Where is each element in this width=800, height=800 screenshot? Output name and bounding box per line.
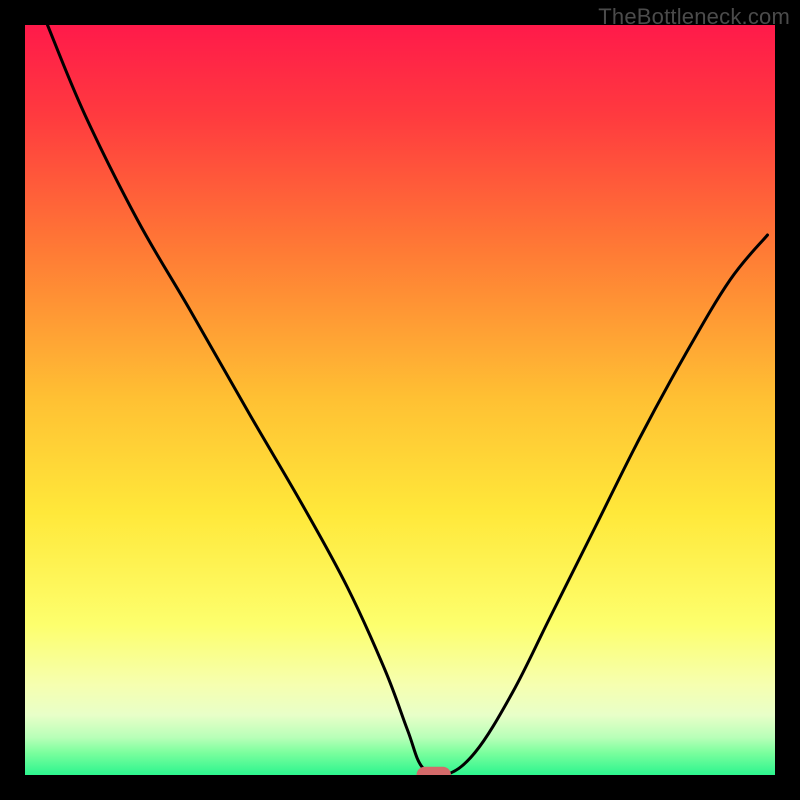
watermark-text: TheBottleneck.com <box>598 4 790 30</box>
gradient-background <box>25 25 775 775</box>
chart-frame: TheBottleneck.com <box>0 0 800 800</box>
plot-area <box>25 25 775 775</box>
min-marker <box>417 767 452 775</box>
chart-svg <box>25 25 775 775</box>
